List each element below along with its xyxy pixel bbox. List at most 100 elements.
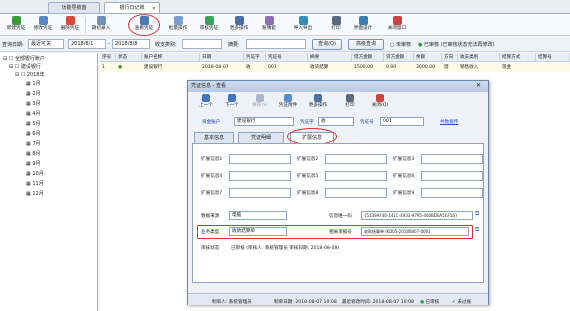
tab-basic-info[interactable]: 基本信息	[194, 132, 234, 143]
unique-code-field[interactable]: {5139AF40-141C-4933-9795-460BD0A5CF16}	[361, 211, 473, 220]
table-cell[interactable]: 收	[244, 63, 266, 72]
close-window-button[interactable]: 关闭窗口	[384, 15, 410, 35]
column-header[interactable]: 借方金额	[352, 53, 384, 62]
column-header[interactable]: 凭证号	[266, 53, 308, 62]
tree-month[interactable]: ▦ 9月	[26, 161, 41, 168]
table-cell[interactable]: 收货结算	[308, 63, 352, 72]
query-button[interactable]: 查询(Q)	[312, 39, 342, 50]
advanced-query-button[interactable]: 高级查询	[348, 39, 384, 50]
tree-year[interactable]: ⊟ ☐ 2018年	[15, 72, 45, 79]
tree-month[interactable]: ▦ 3月	[26, 101, 41, 108]
table-cell[interactable]: 001	[266, 63, 308, 72]
opening-entry-button[interactable]: 期初录入	[88, 15, 114, 35]
summary-input[interactable]	[246, 39, 306, 49]
shared-data-link[interactable]: 共数据传	[440, 119, 458, 125]
more-operations-button[interactable]: 更多操作	[306, 93, 330, 111]
voucher-word-select[interactable]: 收	[318, 117, 354, 126]
tab-function-nav[interactable]: 功能导航首	[48, 2, 100, 13]
layout-design-button[interactable]: 界面设计	[350, 15, 376, 35]
column-header[interactable]: 摘要	[308, 53, 352, 62]
tree-month[interactable]: ▦ 6月	[26, 131, 41, 138]
tree-root[interactable]: ⊟ ☐ 全部银行账户	[3, 56, 45, 63]
table-cell[interactable]: 建设银行	[142, 63, 200, 72]
audited-radio[interactable]: ● 已审核 (已审核状态无法再修改)	[418, 41, 494, 48]
tab-bank-journal[interactable]: 银行日记账 ✕	[104, 2, 160, 13]
extended-input[interactable]	[325, 154, 387, 164]
column-header[interactable]: 结算方式	[500, 53, 536, 62]
tree-month[interactable]: ▦ 8月	[26, 151, 41, 158]
account-book-button[interactable]: 账簿套	[256, 15, 282, 35]
source-select[interactable]: 电脑	[229, 211, 287, 220]
import-export-button[interactable]: 导入导出	[290, 15, 316, 35]
column-header[interactable]: 状态	[116, 53, 142, 62]
table-cell[interactable]: 现金	[500, 63, 536, 72]
column-header[interactable]: 凭证字	[244, 53, 266, 62]
table-cell[interactable]: 1	[100, 63, 116, 72]
unaudited-radio[interactable]: ○ 未审核	[390, 41, 411, 48]
column-header[interactable]: 结算号	[536, 53, 570, 62]
attachment-button[interactable]: 凭证附件	[276, 93, 300, 111]
previous-button[interactable]: 上一个	[194, 93, 218, 111]
import-icon	[298, 16, 308, 25]
delete-voucher-button[interactable]: 删除凭证	[57, 15, 83, 35]
tree-bank[interactable]: ⊟ ☐ 建设银行	[9, 64, 41, 71]
table-cell[interactable]: 0.00	[384, 63, 414, 72]
column-header[interactable]: 方向	[442, 53, 458, 62]
copy-icon[interactable]: ⧉	[475, 226, 479, 234]
date-from-field[interactable]: 2018/8/1	[68, 39, 106, 49]
new-voucher-button[interactable]: 新建凭证	[3, 15, 29, 35]
batch-operation-button[interactable]: 批量操作	[165, 15, 191, 35]
batch-icon	[173, 16, 183, 25]
tab-voucher-details[interactable]: 凭证明细	[238, 132, 284, 143]
extended-input[interactable]	[421, 154, 483, 164]
table-cell[interactable]	[536, 63, 570, 72]
column-header[interactable]: 贷方金额	[384, 53, 414, 62]
extended-input[interactable]	[229, 154, 291, 164]
copy-icon[interactable]: ⧉	[475, 210, 479, 218]
tree-month[interactable]: ▦ 7月	[26, 141, 41, 148]
table-cell[interactable]: 2018-08-07	[200, 63, 244, 72]
tree-month[interactable]: ▦ 2月	[26, 91, 41, 98]
more-operations-button[interactable]: 更多操作	[226, 15, 252, 35]
voucher-no-field[interactable]: 001	[380, 117, 424, 126]
tree-month[interactable]: ▦ 12月	[26, 191, 44, 198]
tree-month[interactable]: ▦ 10月	[26, 171, 44, 178]
account-select[interactable]: 建设银行	[234, 117, 294, 126]
table-cell[interactable]: 借	[442, 63, 458, 72]
close-icon[interactable]: ✕	[476, 82, 481, 89]
tree-month[interactable]: ▦ 4月	[26, 111, 41, 118]
close-button[interactable]: 关闭(Q)	[368, 93, 392, 111]
audit-voucher-button[interactable]: 审核凭证	[196, 15, 222, 35]
extended-input[interactable]	[421, 171, 483, 181]
status-indicator[interactable]: ●	[116, 63, 142, 72]
table-cell[interactable]: 3000.00	[414, 63, 442, 72]
extended-input[interactable]	[325, 188, 387, 198]
date-mode-select[interactable]: 最近可关	[28, 39, 64, 49]
category-select[interactable]	[182, 39, 222, 49]
column-header[interactable]: 日期	[200, 53, 244, 62]
field-label: 扩展信息6	[393, 174, 415, 179]
column-header[interactable]: 序号	[100, 53, 116, 62]
column-header[interactable]: 余额	[414, 53, 442, 62]
table-cell[interactable]: 1500.00	[352, 63, 384, 72]
extended-input[interactable]	[229, 188, 291, 198]
column-header[interactable]: 账户名称	[142, 53, 200, 62]
column-header[interactable]: 收支类别	[458, 53, 500, 62]
date-to-field[interactable]: 2018/8/8	[112, 39, 150, 49]
extended-input[interactable]	[325, 171, 387, 181]
print-button[interactable]: 打印	[338, 93, 362, 111]
save-button[interactable]: 保存(S)	[248, 93, 272, 111]
view-voucher-button[interactable]: 查看凭证	[128, 14, 160, 36]
print-button[interactable]: 打印	[323, 15, 349, 35]
tree-month[interactable]: ▦ 1月	[26, 81, 41, 88]
next-button[interactable]: 下一个	[220, 93, 244, 111]
tree-month[interactable]: ▦ 5月	[26, 121, 41, 128]
edit-voucher-button[interactable]: 修改凭证	[30, 15, 56, 35]
tree-month[interactable]: ▦ 11月	[26, 181, 44, 188]
extended-input[interactable]	[421, 188, 483, 198]
extended-input[interactable]	[229, 171, 291, 181]
business-type-select[interactable]: 收款结算单	[229, 227, 287, 236]
table-cell[interactable]: 销售收入	[458, 63, 500, 72]
field-label: 扩展信息4	[201, 174, 223, 179]
related-doc-field[interactable]: 收款结算单 IKD05-20180807-0001	[361, 227, 469, 236]
